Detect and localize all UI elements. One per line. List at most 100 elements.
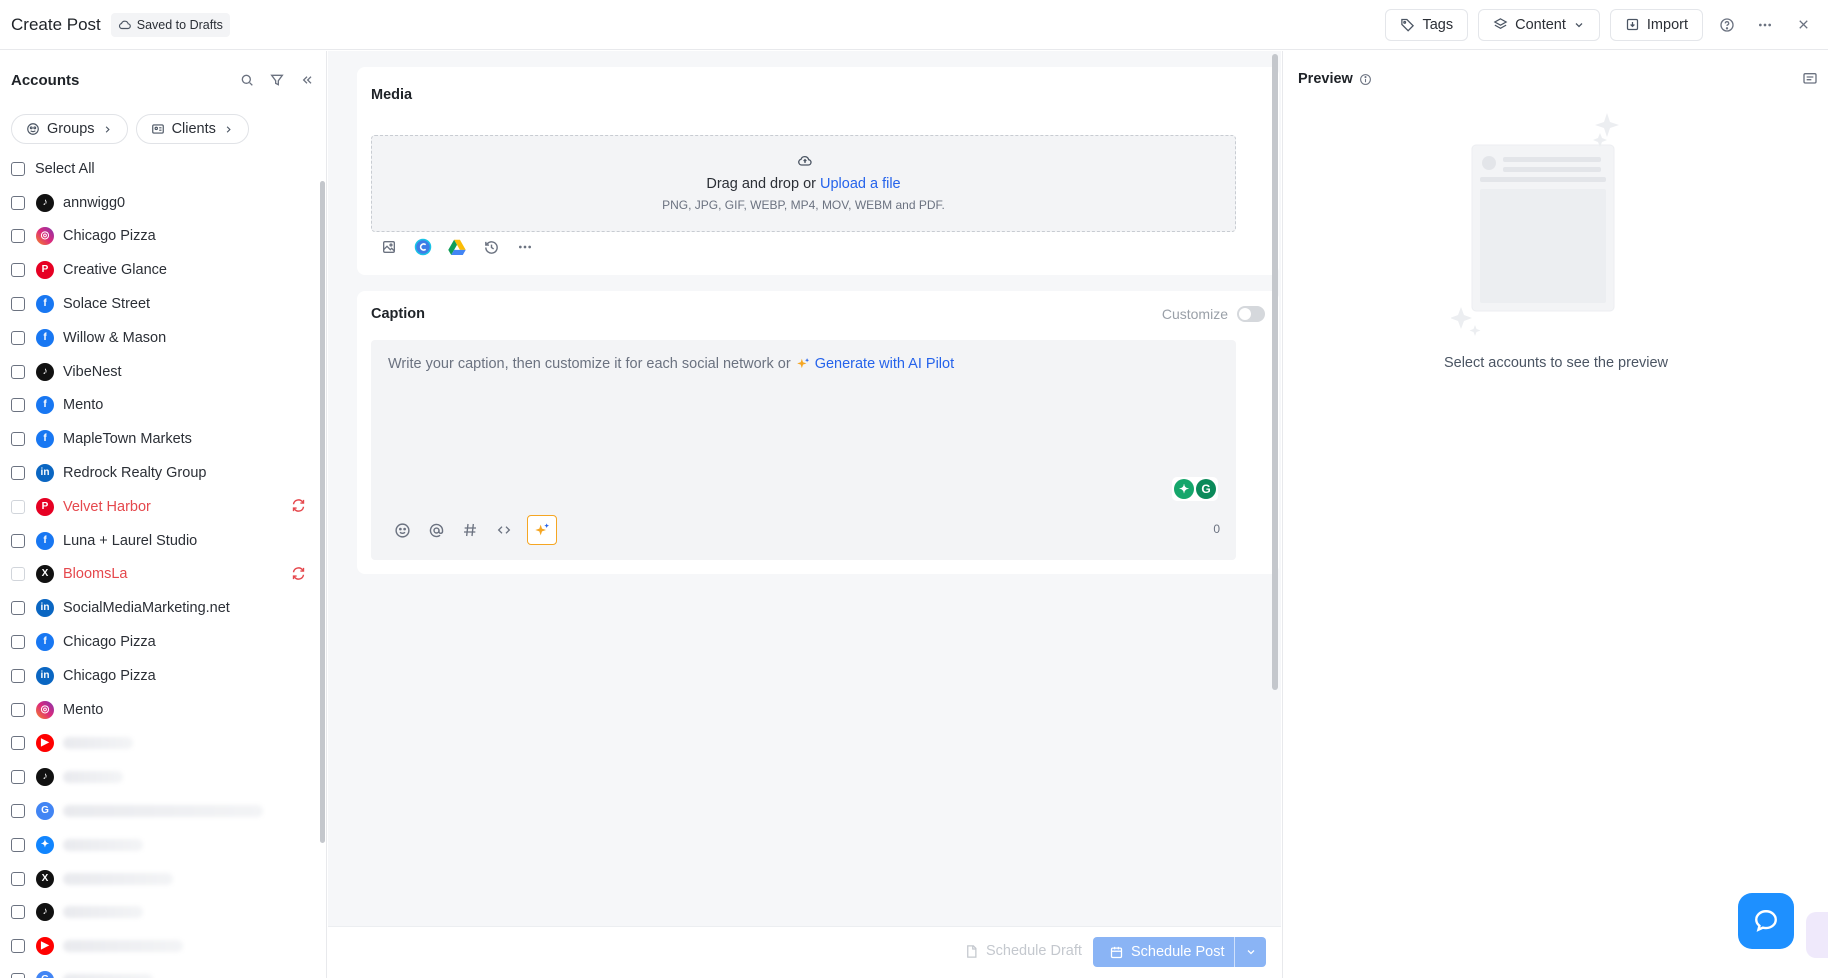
account-row[interactable]: ◎ Chicago Pizza <box>11 220 326 254</box>
account-row-blurred[interactable]: ♪ <box>11 896 326 930</box>
search-icon[interactable] <box>239 72 255 88</box>
account-row[interactable]: ♪ VibeNest <box>11 355 326 389</box>
account-checkbox[interactable] <box>11 668 25 683</box>
account-row[interactable]: f Luna + Laurel Studio <box>11 524 326 558</box>
history-icon[interactable] <box>481 237 501 257</box>
upload-file-link[interactable]: Upload a file <box>820 176 901 192</box>
account-row-blurred[interactable]: ▶ <box>11 929 326 963</box>
select-all-checkbox[interactable] <box>11 161 25 176</box>
toggle-switch[interactable] <box>1237 306 1265 322</box>
account-checkbox[interactable] <box>11 837 25 852</box>
ai-pilot-button[interactable] <box>527 515 557 545</box>
account-row[interactable]: X BloomsLa <box>11 558 326 592</box>
blurred-account-name <box>63 974 153 978</box>
help-icon[interactable] <box>1713 11 1741 39</box>
more-media-icon[interactable] <box>515 237 535 257</box>
side-edge-tab[interactable] <box>1806 912 1828 958</box>
grammarly-icon[interactable]: G <box>1196 479 1216 499</box>
support-chat-button[interactable] <box>1738 893 1794 949</box>
account-row[interactable]: P Creative Glance <box>11 253 326 287</box>
code-icon[interactable] <box>493 519 515 541</box>
instagram-icon: ◎ <box>36 227 54 246</box>
caption-textarea[interactable]: Write your caption, then customize it fo… <box>371 340 1236 560</box>
image-library-icon[interactable] <box>379 237 399 257</box>
emoji-icon[interactable] <box>391 519 413 541</box>
groups-chip[interactable]: Groups <box>11 114 128 144</box>
account-checkbox[interactable] <box>11 905 25 920</box>
lightbulb-icon[interactable]: ✦ <box>1174 479 1194 499</box>
account-checkbox[interactable] <box>11 432 25 447</box>
account-row-blurred[interactable]: ✦ <box>11 828 326 862</box>
content-button[interactable]: Content <box>1478 8 1600 41</box>
account-row[interactable]: f Solace Street <box>11 287 326 321</box>
account-checkbox[interactable] <box>11 804 25 819</box>
layers-icon <box>1493 18 1508 29</box>
account-row-blurred[interactable]: ♪ <box>11 760 326 794</box>
account-row-blurred[interactable]: G <box>11 963 326 978</box>
account-row[interactable]: ♪ annwigg0 <box>11 186 326 220</box>
account-row[interactable]: in SocialMediaMarketing.net <box>11 591 326 625</box>
import-button[interactable]: Import <box>1609 8 1703 41</box>
account-checkbox[interactable] <box>11 466 25 481</box>
account-checkbox[interactable] <box>11 297 25 312</box>
accounts-sidebar: Accounts Groups Clients Select All ♪ annw… <box>0 51 327 978</box>
account-checkbox[interactable] <box>11 939 25 954</box>
account-checkbox[interactable] <box>11 871 25 886</box>
account-row[interactable]: in Chicago Pizza <box>11 659 326 693</box>
account-checkbox[interactable] <box>11 398 25 413</box>
close-icon[interactable] <box>1789 11 1817 39</box>
account-row-blurred[interactable]: G <box>11 794 326 828</box>
refresh-icon[interactable] <box>291 566 306 581</box>
editor-scrollbar[interactable] <box>1272 54 1278 690</box>
account-checkbox[interactable] <box>11 533 25 548</box>
account-checkbox[interactable] <box>11 770 25 785</box>
account-name: Willow & Mason <box>63 329 167 346</box>
account-row[interactable]: in Redrock Realty Group <box>11 456 326 490</box>
more-icon[interactable] <box>1751 11 1779 39</box>
account-row[interactable]: P Velvet Harbor <box>11 490 326 524</box>
account-row[interactable]: f MapleTown Markets <box>11 422 326 456</box>
account-checkbox[interactable] <box>11 195 25 210</box>
account-row[interactable]: f Mento <box>11 389 326 423</box>
account-checkbox[interactable] <box>11 635 25 650</box>
account-checkbox[interactable] <box>11 499 25 514</box>
filter-icon[interactable] <box>269 72 285 88</box>
account-checkbox[interactable] <box>11 601 25 616</box>
refresh-icon[interactable] <box>291 498 306 513</box>
schedule-options-dropdown[interactable] <box>1235 946 1266 958</box>
grammarly-widget[interactable]: ✦ G <box>1172 477 1218 501</box>
tags-button[interactable]: Tags <box>1385 8 1469 41</box>
schedule-draft-button[interactable]: Schedule Draft <box>964 943 1082 959</box>
canva-icon[interactable] <box>413 237 433 257</box>
google-drive-icon[interactable] <box>447 237 467 257</box>
mention-icon[interactable] <box>425 519 447 541</box>
hashtag-icon[interactable] <box>459 519 481 541</box>
draft-calendar-icon <box>967 944 977 958</box>
select-all-row[interactable]: Select All <box>11 152 326 186</box>
account-checkbox[interactable] <box>11 736 25 751</box>
account-checkbox[interactable] <box>11 263 25 278</box>
account-checkbox[interactable] <box>11 364 25 379</box>
account-row[interactable]: f Willow & Mason <box>11 321 326 355</box>
account-row-blurred[interactable]: ▶ <box>11 727 326 761</box>
media-dropzone[interactable]: Drag and drop or Upload a file PNG, JPG,… <box>371 135 1236 232</box>
schedule-post-button[interactable]: Schedule Post <box>1093 937 1266 967</box>
tiktok-icon: ♪ <box>36 362 54 381</box>
account-row[interactable]: f Chicago Pizza <box>11 625 326 659</box>
account-row[interactable]: ◎ Mento <box>11 693 326 727</box>
account-name: Mento <box>63 701 104 718</box>
collapse-sidebar-icon[interactable] <box>299 72 315 88</box>
account-checkbox[interactable] <box>11 330 25 345</box>
account-checkbox[interactable] <box>11 973 25 978</box>
sidebar-scrollbar[interactable] <box>320 181 325 843</box>
info-icon[interactable] <box>1359 73 1372 86</box>
generate-ai-link[interactable]: Generate with AI Pilot <box>815 356 954 372</box>
comments-icon[interactable] <box>1802 71 1818 91</box>
clients-chip[interactable]: Clients <box>135 114 249 144</box>
account-checkbox[interactable] <box>11 229 25 244</box>
account-checkbox[interactable] <box>11 567 25 582</box>
cloud-upload-icon <box>798 156 812 166</box>
customize-toggle[interactable]: Customize <box>1162 306 1265 322</box>
account-checkbox[interactable] <box>11 702 25 717</box>
account-row-blurred[interactable]: X <box>11 862 326 896</box>
